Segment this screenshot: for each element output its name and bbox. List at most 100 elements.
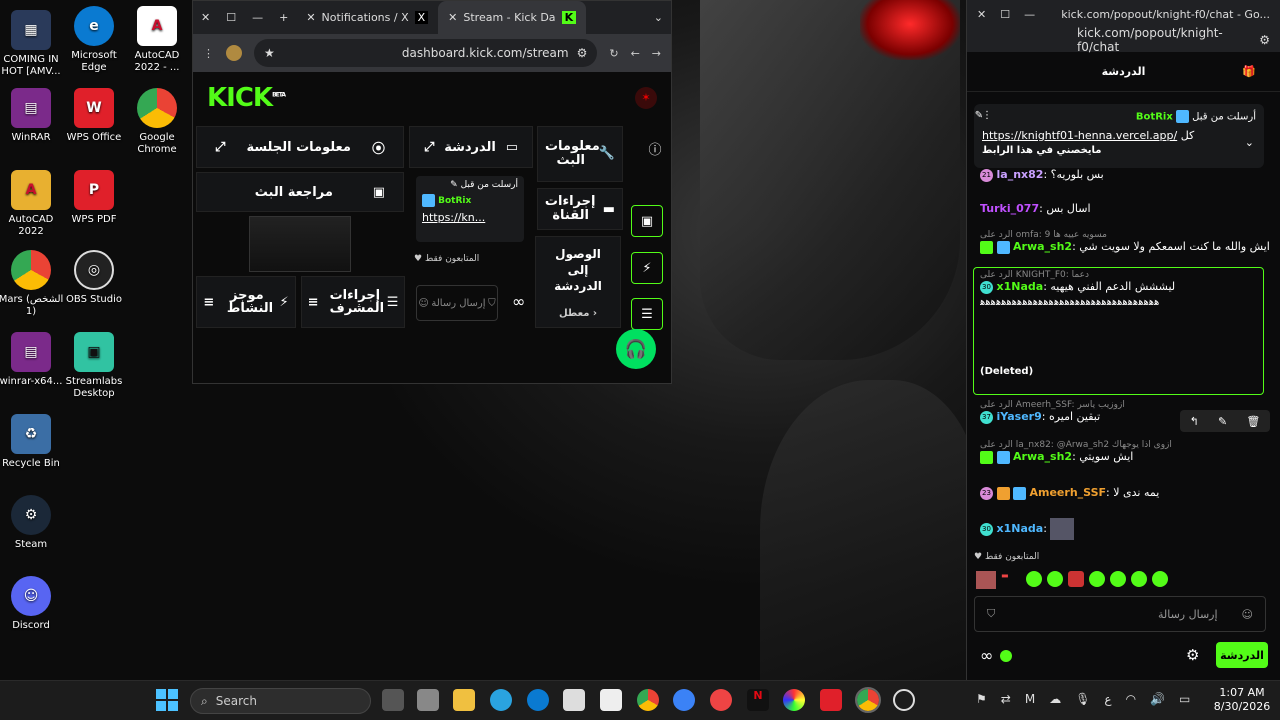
close-window-icon[interactable]: ✕	[193, 1, 218, 34]
emote-icon[interactable]	[1089, 571, 1105, 587]
chat-send-button[interactable]: الدردشة	[1216, 642, 1268, 668]
menu-dots-icon[interactable]: ⋮	[203, 47, 214, 60]
color-app-icon[interactable]	[783, 689, 805, 711]
chat-message[interactable]: الرد على omfa: مسويه عييه ها 9 Arwa_sh2:…	[980, 230, 1270, 254]
taskbar-clock[interactable]: 1:07 AM 8/30/2026	[1212, 686, 1272, 714]
tray-settings-icon[interactable]: ⇄	[1001, 692, 1011, 706]
desktop-icon-autocad-1[interactable]: A AutoCAD 2022 - ...	[122, 6, 192, 74]
minimize-icon[interactable]: —	[1024, 8, 1035, 21]
new-tab-icon[interactable]: +	[271, 1, 296, 34]
battery-icon[interactable]: ▭	[1179, 692, 1190, 706]
quick-actions-button[interactable]: ⚡	[631, 252, 663, 284]
messenger-icon[interactable]	[673, 689, 695, 711]
infinity-icon[interactable]: ∞	[980, 646, 993, 665]
desktop-icon-winrar-x64[interactable]: ▤ winrar-x64...	[0, 332, 66, 388]
emote-icon[interactable]	[1131, 571, 1147, 587]
chat-message[interactable]: الرد على KNIGHT_F0: دعما 30 x1Nada: ليششش…	[980, 270, 1260, 377]
maximize-icon[interactable]: ☐	[218, 1, 244, 34]
filter-icon[interactable]: ≡	[308, 295, 319, 310]
tab-search-chevron-icon[interactable]: ⌄	[646, 1, 671, 34]
chat-panel-header[interactable]: ⤢ الدردشة ▭	[409, 126, 533, 168]
desktop-icon-streamlabs[interactable]: ▣ Streamlabs Desktop	[59, 332, 129, 400]
expand-icon[interactable]: ⤢	[215, 140, 225, 155]
emote-icon[interactable]	[1068, 571, 1084, 587]
tab-kick-stream[interactable]: ✕ Stream - Kick Da K	[438, 1, 587, 34]
forward-icon[interactable]: →	[652, 47, 661, 60]
dashboard-chat-input[interactable]: ☺ إرسال رسالة ⛉	[416, 285, 498, 321]
taskbar-search[interactable]: ⌕ Search	[190, 688, 371, 714]
session-info-panel-header[interactable]: ⤢ معلومات الجلسة ⦿	[196, 126, 404, 168]
chat-message[interactable]: الرد على la_nx82: @Arwa_sh2 ازوى اذا يوج…	[980, 440, 1172, 464]
desktop-icon-autocad-2[interactable]: A AutoCAD 2022	[0, 170, 66, 238]
stream-preview-thumbnail[interactable]	[249, 216, 351, 272]
pinned-message[interactable]: ⋮ ✎ BotRix أرسلت من قبل https://knightf01-…	[974, 104, 1264, 168]
address-bar[interactable]: ★ dashboard.kick.com/stream ⚙	[254, 39, 598, 67]
wps-office-icon[interactable]	[820, 689, 842, 711]
close-tab-icon[interactable]: ✕	[306, 11, 315, 24]
desktop-icon-winrar[interactable]: ▤ WinRAR	[0, 88, 66, 144]
emote-icon[interactable]	[1026, 571, 1042, 587]
back-icon[interactable]: ←	[631, 47, 640, 60]
channel-actions-panel-header[interactable]: إجراءات القناة ▬	[537, 188, 623, 230]
telegram-icon[interactable]	[490, 689, 512, 711]
task-view-icon[interactable]	[382, 689, 404, 711]
start-button[interactable]	[156, 689, 178, 711]
reload-icon[interactable]: ↻	[609, 47, 618, 60]
chat-message[interactable]: الرد على Ameerh_SSF: ازوزيب ياسر 37 iYase…	[980, 400, 1125, 424]
volume-icon[interactable]: 🔊	[1150, 692, 1165, 706]
minimize-icon[interactable]: —	[244, 1, 271, 34]
wifi-icon[interactable]: ◠	[1126, 692, 1136, 706]
chevron-down-icon[interactable]: ⌄	[1245, 136, 1254, 149]
chat-message[interactable]: 30 x1Nada:	[980, 518, 1075, 540]
pdf-icon[interactable]	[710, 689, 732, 711]
gear-icon[interactable]: ⚙	[1186, 646, 1199, 664]
desktop-icon-steam[interactable]: ⚙ Steam	[0, 495, 66, 551]
chrome-active-icon[interactable]	[855, 687, 881, 713]
support-headset-button[interactable]: 🎧	[616, 329, 656, 369]
channel-avatar[interactable]: ✶	[635, 87, 657, 109]
tray-gmail-icon[interactable]: M	[1025, 692, 1035, 706]
desktop-icon-edge[interactable]: e Microsoft Edge	[59, 6, 129, 74]
chat-input[interactable]: ⛉ إرسال رسالة ☺	[974, 596, 1266, 632]
maximize-icon[interactable]: ☐	[1000, 8, 1010, 21]
desktop-icon-recycle-bin[interactable]: ♻ Recycle Bin	[0, 414, 66, 470]
emote-icon[interactable]	[1110, 571, 1126, 587]
infinity-icon[interactable]: ∞	[512, 292, 525, 311]
emote-icon[interactable]	[1152, 571, 1168, 587]
more-options-icon[interactable]: ⋮	[982, 110, 992, 123]
chat-message[interactable]: Turki_077: اسال بس	[980, 202, 1091, 215]
file-explorer-icon[interactable]	[453, 689, 475, 711]
stream-review-panel-header[interactable]: مراجعة البث ▣	[196, 172, 404, 212]
expand-icon[interactable]: ⤢	[424, 140, 434, 155]
reply-icon[interactable]: ↰	[1190, 415, 1199, 428]
stream-info-panel-header[interactable]: معلومات البث 🔧	[537, 126, 623, 182]
emoji-icon[interactable]: ☺	[418, 298, 428, 309]
emote-icon[interactable]: ▬	[1001, 571, 1021, 589]
gift-icon[interactable]: 🎁	[1242, 65, 1256, 78]
dashboard-pinned-message[interactable]: ✎ أرسلت من قبل BotRix https://kn...	[416, 176, 524, 242]
microphone-icon[interactable]: 🎙	[1075, 692, 1090, 706]
activity-feed-panel-header[interactable]: ≡ موجز النشاط ⚡	[196, 276, 296, 328]
desktop-icon-wps-pdf[interactable]: P WPS PDF	[59, 170, 129, 226]
close-window-icon[interactable]: ✕	[977, 8, 986, 21]
kick-logo[interactable]: KICKBETA	[207, 83, 286, 113]
site-settings-icon[interactable]: ⚙	[577, 46, 588, 60]
emote-icon[interactable]	[1047, 571, 1063, 587]
filter-icon[interactable]: ≡	[203, 295, 214, 310]
chat-message[interactable]: 23 Ameerh_SSF: يمه ندى لا	[980, 486, 1159, 500]
desktop-icon-mars[interactable]: Mars (الشخص 1)	[0, 250, 66, 318]
tray-cloud-icon[interactable]: ☁	[1049, 692, 1061, 706]
store-icon[interactable]	[563, 689, 585, 711]
tray-app-icon[interactable]: ⚑	[976, 692, 987, 706]
chrome-icon[interactable]	[637, 689, 659, 711]
chat-message[interactable]: 21 la_nx82: بس بلوريه؟	[980, 168, 1104, 182]
profile-avatar[interactable]	[226, 45, 242, 61]
pin-icon[interactable]: ✎	[975, 110, 983, 123]
delete-icon[interactable]: 🗑	[1246, 415, 1260, 428]
pin-icon[interactable]: ✎	[1218, 415, 1227, 428]
desktop-icon-chrome[interactable]: Google Chrome	[122, 88, 192, 156]
bookmark-star-icon[interactable]: ★	[264, 46, 275, 60]
obs-icon[interactable]	[893, 689, 915, 711]
language-indicator[interactable]: ع	[1104, 692, 1111, 706]
emote-icon[interactable]	[976, 571, 996, 589]
